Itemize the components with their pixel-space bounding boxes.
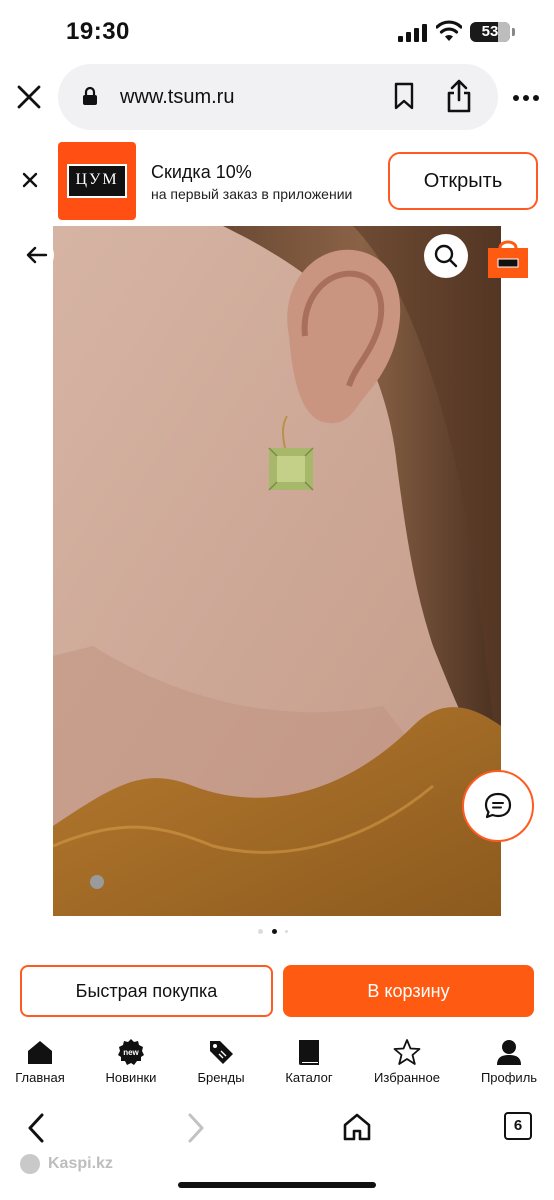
banner-title: Скидка 10% (151, 162, 252, 182)
share-icon[interactable] (444, 78, 474, 114)
star-icon (393, 1039, 421, 1065)
tab-catalog[interactable]: Каталог (264, 1034, 354, 1094)
browser-forward-icon[interactable] (184, 1112, 208, 1144)
cellular-signal-icon (398, 24, 427, 42)
tab-label: Профиль (480, 1070, 538, 1085)
browser-tabs-button[interactable]: 6 (504, 1112, 532, 1140)
user-icon (497, 1040, 521, 1065)
address-bar[interactable]: www.tsum.ru (58, 64, 498, 130)
status-bar: 19:30 53 (0, 0, 554, 62)
new-badge-icon: new (118, 1039, 144, 1065)
browser-home-icon[interactable] (342, 1112, 372, 1142)
bottom-tab-bar: Главная new Новинки Бренды Каталог Избра… (0, 1034, 554, 1096)
app-logo: ЦУМ (58, 142, 136, 220)
gallery-dot-active[interactable] (272, 929, 277, 934)
model-earring-illustration (53, 226, 501, 916)
tab-label: Каталог (285, 1070, 333, 1085)
tab-label: Бренды (197, 1070, 245, 1085)
chat-button[interactable] (462, 770, 534, 842)
gallery-dot[interactable] (285, 930, 288, 933)
bookmark-icon[interactable] (392, 82, 416, 110)
tab-label: Новинки (105, 1070, 157, 1085)
open-app-button[interactable]: Открыть (388, 152, 538, 210)
logo-wordmark: ЦУМ (67, 164, 127, 198)
book-icon (299, 1040, 319, 1065)
gallery-pagination (254, 928, 294, 936)
tab-new[interactable]: new Новинки (86, 1034, 176, 1094)
more-options-icon[interactable] (512, 88, 540, 108)
kaspi-logo-icon (20, 1154, 40, 1174)
banner-subtitle: на первый заказ в приложении (151, 186, 353, 202)
gallery-dot[interactable] (258, 929, 263, 934)
url-text: www.tsum.ru (120, 86, 235, 108)
kaspi-brand-text: Kaspi.kz (48, 1155, 113, 1172)
browser-back-icon[interactable] (24, 1112, 48, 1144)
battery-indicator: 53 (470, 22, 510, 42)
lock-icon (83, 86, 97, 105)
battery-level: 53 (481, 23, 499, 40)
tab-label: Избранное (374, 1070, 440, 1085)
tab-profile[interactable]: Профиль (464, 1034, 554, 1094)
back-arrow-icon[interactable] (20, 238, 54, 272)
banner-close-icon[interactable] (20, 170, 40, 190)
chat-bubble-icon (484, 792, 512, 819)
tab-label: Главная (15, 1070, 65, 1085)
tab-favorites[interactable]: Избранное (362, 1034, 452, 1094)
wifi-icon (436, 20, 462, 41)
close-icon[interactable] (14, 82, 44, 112)
quick-buy-button[interactable]: Быстрая покупка (20, 965, 273, 1017)
tab-brands[interactable]: Бренды (176, 1034, 266, 1094)
shopping-bag-icon[interactable] (486, 234, 530, 280)
tab-home[interactable]: Главная (0, 1034, 85, 1094)
tag-icon (210, 1041, 233, 1064)
search-button[interactable] (424, 234, 468, 278)
home-icon (28, 1041, 52, 1064)
product-photo[interactable] (53, 226, 501, 916)
add-to-cart-button[interactable]: В корзину (283, 965, 534, 1017)
status-time: 19:30 (66, 18, 130, 45)
home-indicator[interactable] (178, 1182, 376, 1188)
new-badge-text: new (123, 1048, 139, 1057)
search-icon (434, 244, 458, 268)
